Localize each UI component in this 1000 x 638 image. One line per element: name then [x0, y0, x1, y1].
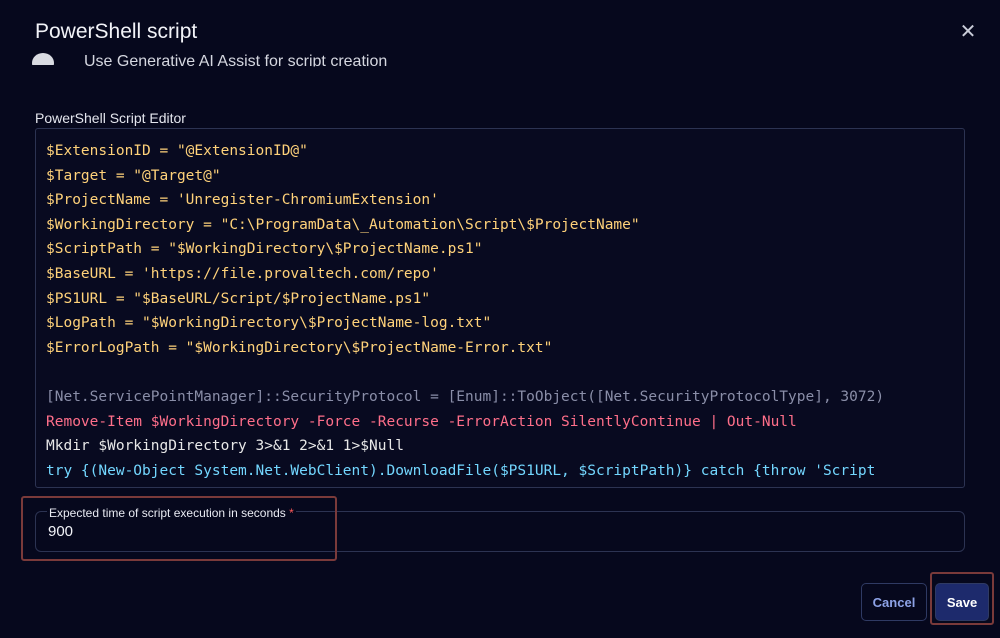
- code-line: $ScriptPath = "$WorkingDirectory\$Projec…: [46, 241, 483, 258]
- code-line: $Target = "@Target@": [46, 167, 221, 184]
- close-icon[interactable]: ✕: [958, 22, 978, 42]
- required-mark: *: [289, 506, 294, 520]
- code-line: $PS1URL = "$BaseURL/Script/$ProjectName.…: [46, 290, 431, 307]
- ai-assist-label: Use Generative AI Assist for script crea…: [84, 53, 388, 70]
- script-editor-label: PowerShell Script Editor: [35, 110, 186, 126]
- code-line: $ErrorLogPath = "$WorkingDirectory\$Proj…: [46, 339, 553, 356]
- code-line: Mkdir $WorkingDirectory 3>&1 2>&1 1>$Nul…: [46, 438, 404, 455]
- execution-time-label: Expected time of script execution in sec…: [47, 506, 296, 520]
- dialog-title: PowerShell script: [35, 20, 198, 43]
- ai-assist-toggle[interactable]: [32, 53, 54, 65]
- code-line: [Net.ServicePointManager]::SecurityProto…: [46, 388, 885, 405]
- code-line: $WorkingDirectory = "C:\ProgramData\_Aut…: [46, 216, 640, 233]
- code-line: $ExtensionID = "@ExtensionID@": [46, 143, 308, 159]
- code-line: $LogPath = "$WorkingDirectory\$ProjectNa…: [46, 315, 492, 332]
- save-button[interactable]: Save: [935, 583, 989, 621]
- code-line: $ProjectName = 'Unregister-ChromiumExten…: [46, 192, 439, 209]
- cancel-button[interactable]: Cancel: [861, 583, 927, 621]
- code-line: $BaseURL = 'https://file.provaltech.com/…: [46, 265, 439, 282]
- powershell-script-dialog: PowerShell script ✕ Use Generative AI As…: [0, 0, 1000, 638]
- script-code[interactable]: $ExtensionID = "@ExtensionID@" $Target =…: [46, 139, 964, 483]
- code-line: try {(New-Object System.Net.WebClient).D…: [46, 462, 876, 479]
- code-line: Remove-Item $WorkingDirectory -Force -Re…: [46, 413, 797, 430]
- script-editor[interactable]: $ExtensionID = "@ExtensionID@" $Target =…: [35, 128, 965, 488]
- execution-time-input[interactable]: [48, 523, 648, 540]
